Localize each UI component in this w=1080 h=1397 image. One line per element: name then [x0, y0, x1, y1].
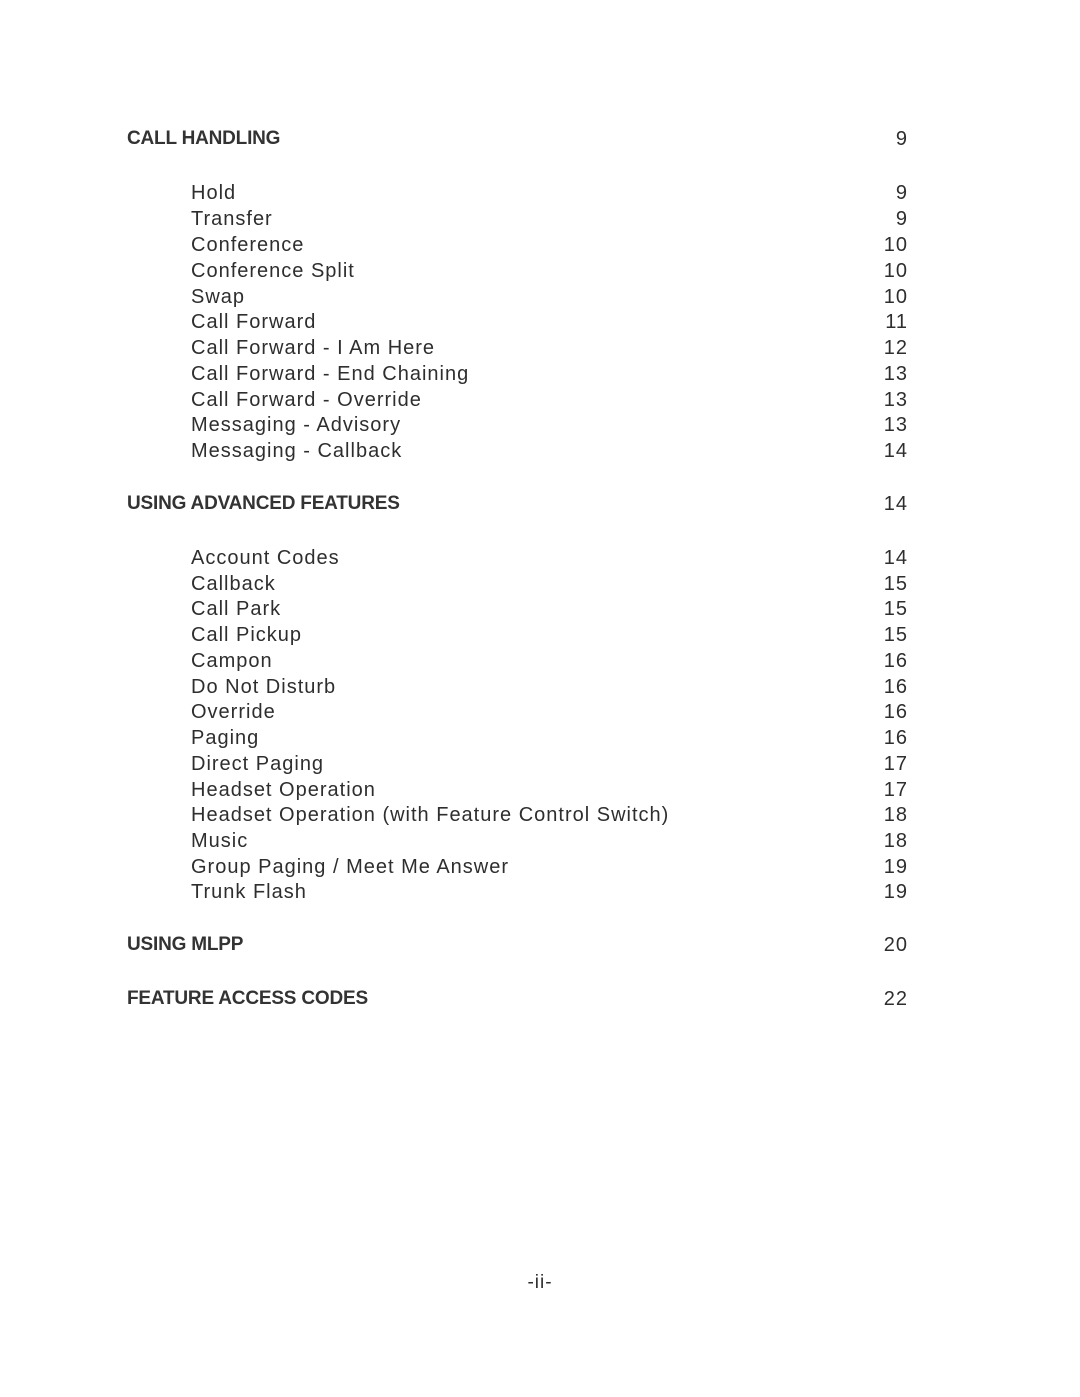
toc-entry[interactable]: Call Forward - End Chaining 13 [0, 363, 1080, 389]
section-title: CALL HANDLING [127, 128, 281, 149]
page-number: 14 [883, 440, 908, 462]
page-number: 15 [883, 624, 908, 646]
page-number: 19 [883, 856, 908, 878]
page-number: 16 [883, 701, 908, 723]
page-number: 17 [883, 753, 908, 775]
entry-title: Swap [191, 286, 246, 308]
toc-entry[interactable]: Do Not Disturb 16 [0, 676, 1080, 702]
toc-entry[interactable]: Callback 15 [0, 573, 1080, 599]
page-number: 15 [883, 598, 908, 620]
entry-title: Transfer [191, 208, 273, 230]
toc-entry[interactable]: Group Paging / Meet Me Answer 19 [0, 856, 1080, 882]
page-number: 16 [883, 727, 908, 749]
toc-entry[interactable]: Campon 16 [0, 650, 1080, 676]
entry-title: Music [191, 830, 249, 852]
entry-title: Call Forward - End Chaining [191, 363, 470, 385]
toc-section-using-mlpp[interactable]: USING MLPP 20 [0, 934, 1080, 960]
page-number: 15 [883, 573, 908, 595]
toc-entry[interactable]: Swap 10 [0, 286, 1080, 312]
entry-title: Call Pickup [191, 624, 303, 646]
section-title: USING ADVANCED FEATURES [127, 493, 400, 514]
section-title: FEATURE ACCESS CODES [127, 988, 368, 1009]
toc-section-call-handling[interactable]: CALL HANDLING 9 [0, 128, 1080, 154]
entry-title: Conference [191, 234, 305, 256]
entry-title: Call Park [191, 598, 282, 620]
toc-entry[interactable]: Override 16 [0, 701, 1080, 727]
toc-entry[interactable]: Conference Split 10 [0, 260, 1080, 286]
toc-entry[interactable]: Call Forward 11 [0, 311, 1080, 337]
entry-title: Headset Operation [191, 779, 376, 801]
page-number: 14 [883, 493, 908, 515]
page-number: 13 [883, 414, 908, 436]
entry-title: Messaging - Advisory [191, 414, 402, 436]
toc-section-feature-access-codes[interactable]: FEATURE ACCESS CODES 22 [0, 988, 1080, 1014]
entry-title: Conference Split [191, 260, 355, 282]
page-number: 17 [883, 779, 908, 801]
toc-entry[interactable]: Messaging - Callback 14 [0, 440, 1080, 466]
toc-entry[interactable]: Call Forward - I Am Here 12 [0, 337, 1080, 363]
entry-title: Trunk Flash [191, 881, 307, 903]
entry-title: Messaging - Callback [191, 440, 403, 462]
toc-entry[interactable]: Transfer 9 [0, 208, 1080, 234]
page-number: 9 [895, 128, 908, 150]
page-number: 10 [883, 286, 908, 308]
page-number: 10 [883, 260, 908, 282]
toc-entry[interactable]: Hold 9 [0, 182, 1080, 208]
page-number: 18 [883, 804, 908, 826]
page-number: 13 [883, 389, 908, 411]
toc-entry[interactable]: Conference 10 [0, 234, 1080, 260]
entry-title: Paging [191, 727, 260, 749]
page-number: 9 [895, 208, 908, 230]
entry-title: Campon [191, 650, 273, 672]
toc-entry[interactable]: Music 18 [0, 830, 1080, 856]
entry-title: Call Forward - I Am Here [191, 337, 436, 359]
entry-title: Callback [191, 573, 276, 595]
entry-title: Override [191, 701, 276, 723]
toc-entry[interactable]: Direct Paging 17 [0, 753, 1080, 779]
toc-entry[interactable]: Call Pickup 15 [0, 624, 1080, 650]
toc-entry[interactable]: Call Forward - Override 13 [0, 389, 1080, 415]
toc-entry[interactable]: Headset Operation 17 [0, 779, 1080, 805]
toc-entry[interactable]: Trunk Flash 19 [0, 881, 1080, 907]
toc-entry[interactable]: Messaging - Advisory 13 [0, 414, 1080, 440]
page-number: 9 [895, 182, 908, 204]
section-title: USING MLPP [127, 934, 244, 955]
page-number: 20 [883, 934, 908, 956]
page-number: 16 [883, 676, 908, 698]
page-number: 13 [883, 363, 908, 385]
page-number: 11 [885, 311, 908, 333]
entry-title: Account Codes [191, 547, 340, 569]
page-number: 12 [883, 337, 908, 359]
page-number: 16 [883, 650, 908, 672]
entry-title: Call Forward [191, 311, 317, 333]
toc-entry[interactable]: Paging 16 [0, 727, 1080, 753]
toc-entry[interactable]: Headset Operation (with Feature Control … [0, 804, 1080, 830]
entry-title: Do Not Disturb [191, 676, 337, 698]
entry-title: Group Paging / Meet Me Answer [191, 856, 510, 878]
toc-entry[interactable]: Call Park 15 [0, 598, 1080, 624]
entry-title: Direct Paging [191, 753, 325, 775]
page-number: 14 [883, 547, 908, 569]
page-number: 22 [883, 988, 908, 1010]
toc-section-using-advanced-features[interactable]: USING ADVANCED FEATURES 14 [0, 493, 1080, 519]
entry-title: Call Forward - Override [191, 389, 422, 411]
page-number: 19 [883, 881, 908, 903]
page-footer-number: -ii- [527, 1272, 553, 1293]
entry-title: Hold [191, 182, 237, 204]
toc-entry[interactable]: Account Codes 14 [0, 547, 1080, 573]
page-number: 18 [883, 830, 908, 852]
page-number: 10 [883, 234, 908, 256]
entry-title: Headset Operation (with Feature Control … [191, 804, 670, 826]
